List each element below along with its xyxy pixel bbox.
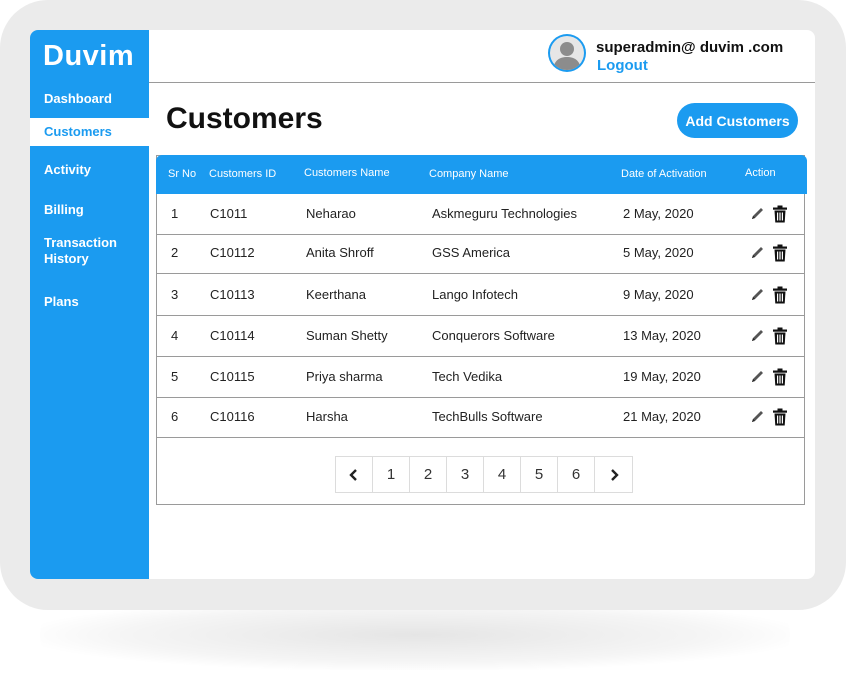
- trash-icon[interactable]: [772, 368, 788, 386]
- cell-customer-id: C10114: [210, 328, 255, 343]
- cell-customer-id: C10113: [210, 287, 255, 302]
- device-shadow: [40, 600, 790, 670]
- cell-sr-no: 5: [171, 369, 179, 384]
- prev-page-button[interactable]: [336, 457, 373, 492]
- cell-company-name: GSS America: [432, 245, 511, 260]
- pencil-icon[interactable]: [749, 205, 765, 223]
- pagination: 1 2 3 4 5 6: [335, 456, 633, 493]
- page-5-button[interactable]: 5: [521, 457, 558, 492]
- next-page-button[interactable]: [595, 457, 632, 492]
- app-screen: Duvim Dashboard Customers Activity Billi…: [30, 30, 815, 579]
- page-3-button[interactable]: 3: [447, 457, 484, 492]
- column-header-sr-no: Sr No: [168, 168, 197, 180]
- sidebar-item-activity[interactable]: Activity: [30, 162, 149, 178]
- column-header-customer-name: Customers Name: [304, 167, 390, 179]
- device-frame: Duvim Dashboard Customers Activity Billi…: [0, 0, 846, 610]
- cell-customer-name: Harsha: [306, 409, 348, 424]
- page-2-button[interactable]: 2: [410, 457, 447, 492]
- cell-customer-name: Suman Shetty: [306, 328, 388, 343]
- logout-link[interactable]: Logout: [597, 57, 648, 74]
- chevron-left-icon: [349, 469, 357, 481]
- brand-logo: Duvim: [43, 40, 135, 72]
- cell-customer-name: Neharao: [306, 206, 356, 221]
- cell-sr-no: 6: [171, 409, 179, 424]
- cell-company-name: Askmeguru Technologies: [432, 206, 578, 221]
- table-row: 3 C10113 Keerthana Lango Infotech 9 May, 202…: [157, 275, 804, 316]
- table-row: 6 C10116 Harsha TechBulls Software 21 May, 2…: [157, 397, 804, 438]
- sidebar: Duvim Dashboard Customers Activity Billi…: [30, 30, 149, 579]
- sidebar-item-dashboard[interactable]: Dashboard: [30, 91, 149, 107]
- cell-date-of-activation: 5 May, 2020: [623, 245, 694, 260]
- cell-sr-no: 1: [171, 206, 179, 221]
- cell-sr-no: 2: [171, 245, 179, 260]
- sidebar-item-transaction-history[interactable]: Transaction History: [30, 235, 130, 267]
- table-row: 1 C1011 Neharao Askmeguru Technologies 2 May…: [157, 194, 804, 235]
- trash-icon[interactable]: [772, 408, 788, 426]
- cell-company-name: TechBulls Software: [432, 409, 543, 424]
- cell-customer-name: Anita Shroff: [306, 245, 374, 260]
- sidebar-item-billing[interactable]: Billing: [30, 202, 149, 218]
- chevron-right-icon: [610, 469, 619, 481]
- table-header: Sr No Customers ID Customers Name Compan…: [156, 155, 807, 194]
- sidebar-item-customers[interactable]: Customers: [30, 118, 149, 146]
- table-row: 4 C10114 Suman Shetty Conquerors Software 13…: [157, 316, 804, 357]
- trash-icon[interactable]: [772, 327, 788, 345]
- pencil-icon[interactable]: [749, 327, 765, 345]
- trash-icon[interactable]: [772, 244, 788, 262]
- user-email: superadmin@ duvim .com: [596, 39, 784, 56]
- table-row: 5 C10115 Priya sharma Tech Vedika 19 May, 20…: [157, 357, 804, 398]
- table-row: 2 C10112 Anita Shroff GSS America 5 May, 202…: [157, 233, 804, 274]
- page-1-button[interactable]: 1: [373, 457, 410, 492]
- page-title: Customers: [166, 102, 323, 135]
- pencil-icon[interactable]: [749, 244, 765, 262]
- cell-date-of-activation: 9 May, 2020: [623, 287, 694, 302]
- page-6-button[interactable]: 6: [558, 457, 595, 492]
- cell-date-of-activation: 21 May, 2020: [623, 409, 701, 424]
- column-header-date-of-activation: Date of Activation: [621, 168, 707, 180]
- cell-customer-id: C10112: [210, 245, 255, 260]
- cell-date-of-activation: 19 May, 2020: [623, 369, 701, 384]
- cell-company-name: Lango Infotech: [432, 287, 519, 302]
- user-avatar-icon[interactable]: [548, 34, 586, 72]
- customers-table: Sr No Customers ID Customers Name Compan…: [156, 155, 807, 505]
- trash-icon[interactable]: [772, 286, 788, 304]
- trash-icon[interactable]: [772, 205, 788, 223]
- cell-customer-id: C10116: [210, 409, 255, 424]
- column-header-company-name: Company Name: [429, 168, 509, 180]
- cell-customer-id: C10115: [210, 369, 255, 384]
- cell-date-of-activation: 13 May, 2020: [623, 328, 701, 343]
- cell-customer-id: C1011: [210, 206, 248, 221]
- column-header-customer-id: Customers ID: [209, 168, 277, 180]
- cell-sr-no: 4: [171, 328, 179, 343]
- add-customers-button[interactable]: Add Customers: [677, 103, 798, 138]
- page-4-button[interactable]: 4: [484, 457, 521, 492]
- pencil-icon[interactable]: [749, 368, 765, 386]
- top-bar: superadmin@ duvim .com Logout: [149, 30, 815, 83]
- cell-customer-name: Keerthana: [306, 287, 366, 302]
- cell-company-name: Tech Vedika: [432, 369, 503, 384]
- cell-customer-name: Priya sharma: [306, 369, 383, 384]
- cell-date-of-activation: 2 May, 2020: [623, 206, 694, 221]
- column-header-action: Action: [745, 167, 776, 179]
- sidebar-item-plans[interactable]: Plans: [30, 294, 149, 310]
- cell-company-name: Conquerors Software: [432, 328, 555, 343]
- pencil-icon[interactable]: [749, 286, 765, 304]
- pencil-icon[interactable]: [749, 408, 765, 426]
- cell-sr-no: 3: [171, 287, 179, 302]
